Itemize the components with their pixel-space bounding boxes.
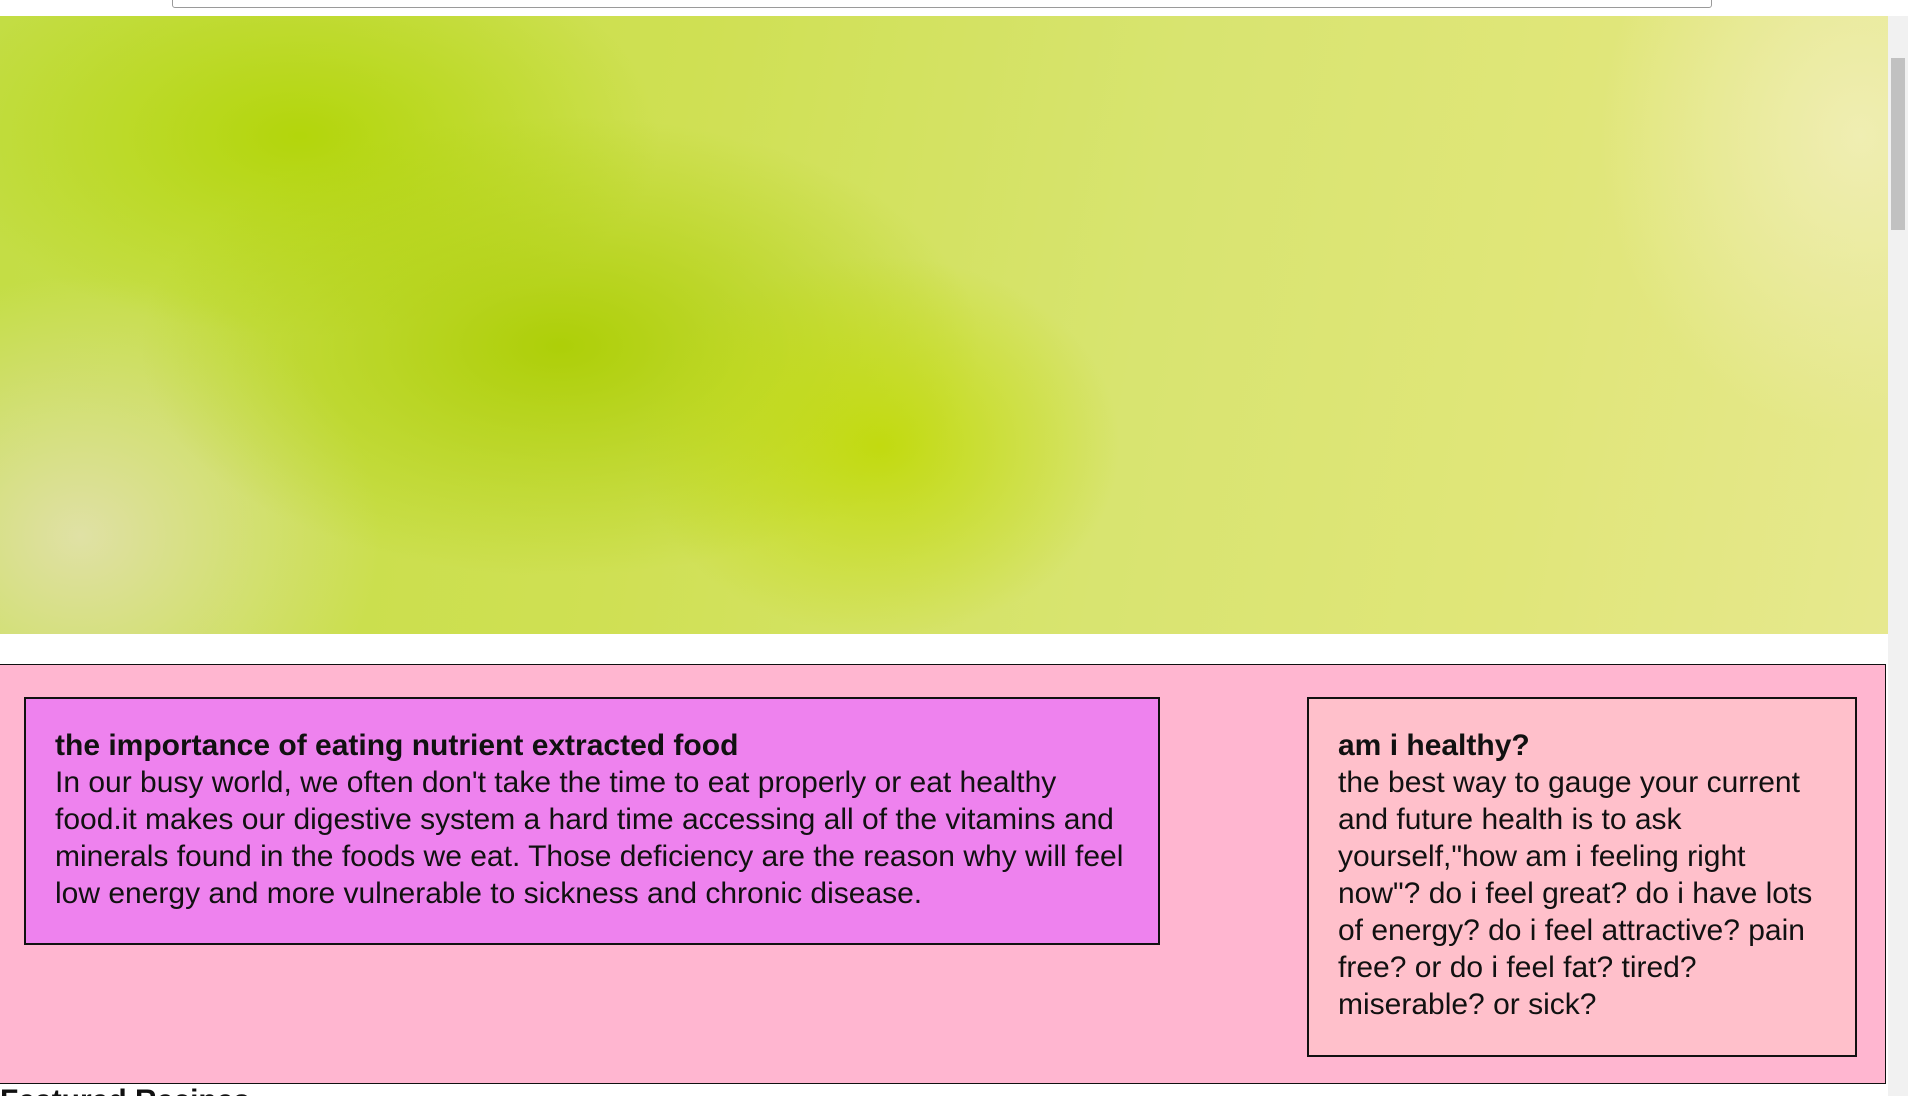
articles-section: the importance of eating nutrient extrac… [0,664,1886,1084]
article-card-nutrient-food: the importance of eating nutrient extrac… [24,697,1160,945]
article-title: the importance of eating nutrient extrac… [55,729,739,762]
section-heading-featured-recipes: Featured Recipes [0,1082,250,1096]
article-title: am i healthy? [1338,729,1530,762]
article-body: the best way to gauge your current and f… [1338,766,1813,1021]
vertical-scrollbar[interactable] [1888,16,1908,1096]
article-card-am-i-healthy: am i healthy? the best way to gauge your… [1307,697,1857,1057]
scrollbar-thumb[interactable] [1891,58,1905,230]
browser-toolbar [0,0,1908,17]
article-body: In our busy world, we often don't take t… [55,766,1124,910]
address-bar[interactable] [172,0,1712,8]
hero-banner-image [0,16,1888,634]
page: the importance of eating nutrient extrac… [0,0,1908,1096]
